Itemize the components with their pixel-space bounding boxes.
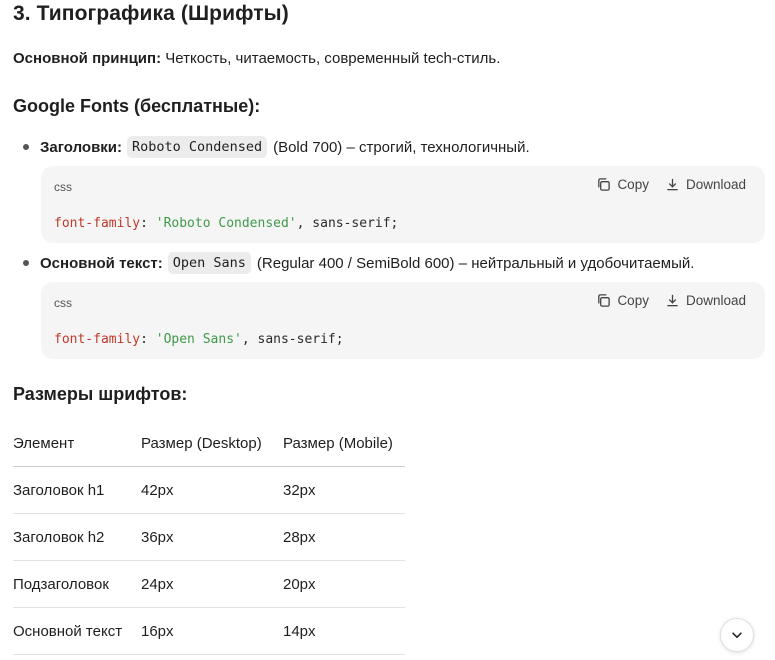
table-cell: Заголовок h1 — [13, 466, 141, 514]
table-cell: 16px — [141, 607, 283, 655]
code-language: css — [54, 180, 72, 194]
table-row: Подзаголовок 24px 20px — [13, 560, 405, 608]
table-header: Элемент — [13, 420, 141, 467]
table-row: Заголовок h2 36px 28px — [13, 513, 405, 561]
bullet-dot — [23, 144, 29, 150]
copy-icon — [598, 178, 611, 191]
section-title: 3. Типографика (Шрифты) — [13, 2, 289, 25]
table-cell: 20px — [283, 560, 405, 608]
code-block: css Copy Download font-family: 'Roboto C… — [41, 166, 765, 243]
code-property: font-family — [54, 216, 141, 231]
download-icon — [667, 178, 678, 191]
code-colon: : — [140, 332, 156, 347]
code-rest: , sans-serif; — [241, 332, 344, 347]
code-line: font-family: 'Roboto Condensed', sans-se… — [54, 216, 398, 231]
download-button[interactable]: Download — [665, 177, 746, 192]
table-cell: Заголовок h2 — [13, 513, 141, 561]
list-item-body-text: Основной текст: Open Sans (Regular 400 /… — [13, 252, 694, 274]
item-label: Основной текст: — [40, 254, 163, 272]
table-cell: Подзаголовок — [13, 560, 141, 608]
principle-paragraph: Основной принцип: Четкость, читаемость, … — [13, 50, 500, 67]
code-actions: Copy Download — [596, 177, 746, 192]
copy-label: Copy — [617, 177, 649, 192]
code-language: css — [54, 296, 72, 310]
code-colon: : — [140, 216, 156, 231]
principle-text: Четкость, читаемость, современный tech-с… — [165, 50, 501, 67]
copy-label: Copy — [617, 293, 649, 308]
code-line: font-family: 'Open Sans', sans-serif; — [54, 332, 344, 347]
code-rest: , sans-serif; — [296, 216, 399, 231]
chevron-down-icon — [732, 632, 742, 638]
table-cell: 14px — [283, 607, 405, 655]
copy-button[interactable]: Copy — [596, 293, 649, 308]
list-item-headings: Заголовки: Roboto Condensed (Bold 700) –… — [13, 136, 530, 158]
table-cell: 28px — [283, 513, 405, 561]
scroll-down-button[interactable] — [720, 618, 754, 652]
download-label: Download — [685, 177, 746, 192]
item-desc: (Regular 400 / SemiBold 600) – нейтральн… — [256, 254, 695, 272]
copy-button[interactable]: Copy — [596, 177, 649, 192]
download-button[interactable]: Download — [665, 293, 746, 308]
table-cell: Основной текст — [13, 607, 141, 655]
sizes-title: Размеры шрифтов: — [13, 384, 188, 404]
principle-label: Основной принцип: — [13, 50, 162, 67]
google-fonts-title: Google Fonts (бесплатные): — [13, 96, 261, 116]
code-string: 'Roboto Condensed' — [155, 216, 297, 231]
code-block: css Copy Download font-family: 'Open San… — [41, 282, 765, 359]
download-icon — [667, 294, 678, 307]
bullet-dot — [23, 260, 29, 266]
table-cell: 36px — [141, 513, 283, 561]
font-sizes-table: Элемент Размер (Desktop) Размер (Mobile)… — [13, 420, 405, 655]
item-label: Заголовки: — [40, 138, 123, 156]
table-cell: 42px — [141, 466, 283, 514]
table-cell: 32px — [283, 466, 405, 514]
inline-code: Roboto Condensed — [127, 136, 268, 158]
code-string: 'Open Sans' — [155, 332, 242, 347]
table-cell: 24px — [141, 560, 283, 608]
table-header: Размер (Mobile) — [283, 420, 405, 467]
inline-code: Open Sans — [167, 252, 251, 274]
item-desc: (Bold 700) – строгий, технологичный. — [273, 138, 530, 156]
copy-icon — [598, 294, 611, 307]
download-label: Download — [685, 293, 746, 308]
code-property: font-family — [54, 332, 141, 347]
code-actions: Copy Download — [596, 293, 746, 308]
table-row: Заголовок h1 42px 32px — [13, 466, 405, 514]
table-row: Основной текст 16px 14px — [13, 607, 405, 655]
table-header: Размер (Desktop) — [141, 420, 283, 467]
table-header-row: Элемент Размер (Desktop) Размер (Mobile) — [13, 420, 405, 467]
